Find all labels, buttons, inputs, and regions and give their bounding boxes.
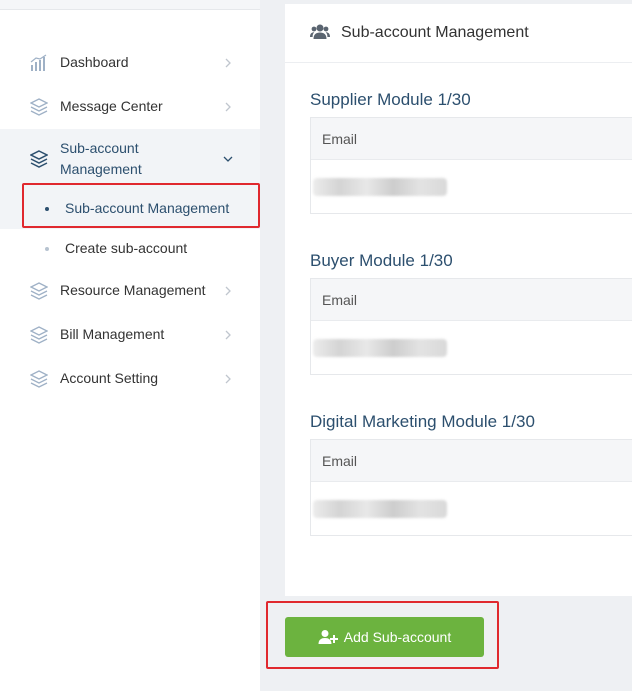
module-title-supplier: Supplier Module 1/30 [310, 90, 471, 109]
module-table-buyer: Email [310, 278, 632, 375]
add-sub-account-button[interactable]: Add Sub-account [285, 617, 484, 657]
column-header-email: Email [322, 292, 358, 308]
sidebar-item-label: Bill Management [60, 326, 165, 342]
column-header-email: Email [322, 131, 358, 147]
layers-icon [30, 370, 48, 388]
bar-chart-icon [30, 54, 48, 72]
module-table-supplier: Email [310, 117, 632, 214]
chevron-right-icon [222, 285, 234, 297]
sidebar-item-label: Message Center [60, 98, 163, 114]
sidebar-subitem-label: Create sub-account [65, 240, 188, 256]
chevron-right-icon [222, 373, 234, 385]
chevron-right-icon [222, 57, 234, 69]
chevron-right-icon [222, 329, 234, 341]
card-header: Sub-account Management [285, 4, 632, 63]
sidebar-item-label: Resource Management [60, 282, 206, 298]
sidebar-subitem-label: Sub-account Management [65, 200, 230, 216]
add-sub-account-label: Add Sub-account [343, 629, 452, 645]
module-title-digital-marketing: Digital Marketing Module 1/30 [310, 412, 535, 431]
chevron-down-icon [222, 153, 234, 165]
blurred-email-value [313, 500, 447, 518]
table-header: Email [311, 118, 632, 160]
table-row [311, 321, 632, 376]
layers-icon [30, 98, 48, 116]
main-card: Sub-account Management Supplier Module 1… [285, 4, 632, 596]
layers-icon [30, 150, 48, 168]
layers-icon [30, 326, 48, 344]
page-title: Sub-account Management [341, 24, 529, 41]
blurred-email-value [313, 178, 447, 196]
module-table-digital-marketing: Email [310, 439, 632, 536]
sidebar-item-dashboard[interactable]: Dashboard [0, 52, 260, 74]
table-row [311, 160, 632, 215]
sidebar-item-label: Dashboard [60, 54, 129, 70]
layers-icon [30, 282, 48, 300]
sidebar-item-resource-management[interactable]: Resource Management [0, 280, 260, 302]
sidebar: Dashboard Message Center Sub-account Man… [0, 0, 260, 691]
sidebar-item-bill-management[interactable]: Bill Management [0, 324, 260, 346]
table-header: Email [311, 279, 632, 321]
module-title-buyer: Buyer Module 1/30 [310, 251, 453, 270]
sidebar-item-label-line1: Sub-account [60, 140, 139, 156]
sidebar-top-bar [0, 0, 260, 10]
column-header-email: Email [322, 453, 358, 469]
table-row [311, 482, 632, 537]
sidebar-item-sub-account-management[interactable]: Sub-account Management [0, 129, 260, 189]
sidebar-item-label: Account Setting [60, 370, 159, 386]
sidebar-subitem-create-sub-account[interactable]: Create sub-account [0, 229, 260, 269]
sidebar-subitem-sub-account-management[interactable]: Sub-account Management [0, 189, 260, 229]
sidebar-item-account-setting[interactable]: Account Setting [0, 368, 260, 390]
sidebar-item-label-line2: Management [60, 161, 142, 177]
bullet-dot-icon [45, 247, 49, 251]
add-user-icon [318, 629, 338, 645]
table-header: Email [311, 440, 632, 482]
chevron-right-icon [222, 101, 234, 113]
users-icon [310, 23, 330, 43]
bullet-dot-icon [45, 207, 49, 211]
blurred-email-value [313, 339, 447, 357]
sidebar-item-message-center[interactable]: Message Center [0, 96, 260, 118]
